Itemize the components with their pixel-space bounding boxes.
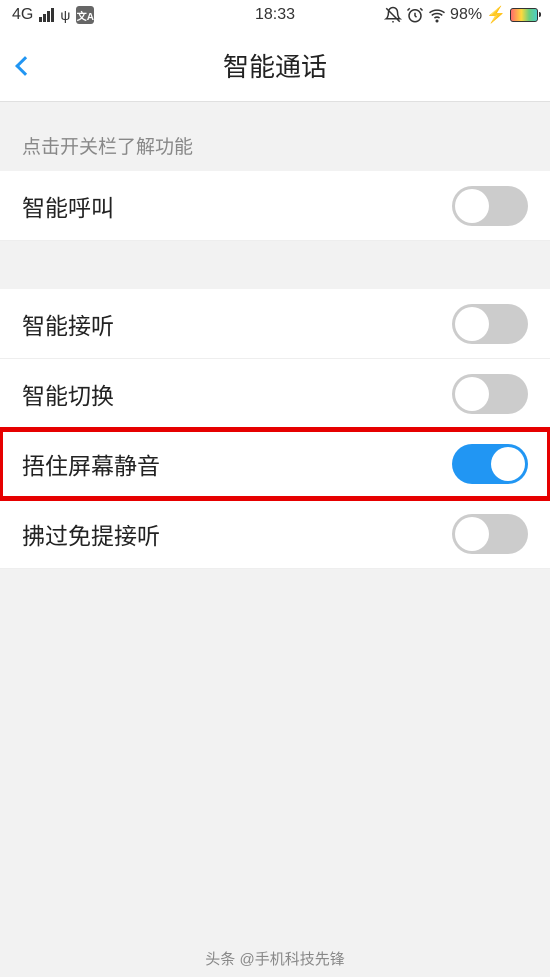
translate-icon: 文A (76, 6, 94, 24)
toggle-smart-switch[interactable] (452, 374, 528, 414)
toggle-wave-speaker[interactable] (452, 514, 528, 554)
chevron-left-icon (15, 56, 35, 76)
toggle-cover-mute[interactable] (452, 444, 528, 484)
row-label: 捂住屏幕静音 (22, 447, 160, 481)
status-bar: 4G ψ 文A 18:33 98% ⚡ (0, 0, 550, 30)
status-left: 4G ψ 文A (12, 6, 94, 24)
image-caption: 头条 @手机科技先锋 (0, 948, 550, 969)
charge-icon: ⚡ (486, 5, 506, 25)
row-smart-call[interactable]: 智能呼叫 (0, 171, 550, 241)
row-cover-mute[interactable]: 捂住屏幕静音 (0, 429, 550, 499)
row-smart-answer[interactable]: 智能接听 (0, 289, 550, 359)
page-title: 智能通话 (0, 47, 550, 84)
row-smart-switch[interactable]: 智能切换 (0, 359, 550, 429)
wifi-icon (428, 6, 446, 24)
toggle-smart-answer[interactable] (452, 304, 528, 344)
row-label: 智能呼叫 (22, 189, 114, 223)
row-label: 拂过免提接听 (22, 517, 160, 551)
network-label: 4G (12, 6, 33, 24)
mute-icon (384, 6, 402, 24)
toggle-smart-call[interactable] (452, 186, 528, 226)
header: 智能通话 (0, 30, 550, 102)
row-wave-speaker[interactable]: 拂过免提接听 (0, 499, 550, 569)
back-button[interactable] (18, 46, 58, 86)
status-right: 98% ⚡ (384, 5, 538, 25)
clock: 18:33 (255, 6, 295, 24)
battery-percent: 98% (450, 6, 482, 24)
usb-icon: ψ (60, 7, 70, 23)
row-label: 智能切换 (22, 377, 114, 411)
row-label: 智能接听 (22, 307, 114, 341)
signal-bars-icon (39, 8, 54, 22)
section-hint: 点击开关栏了解功能 (0, 102, 550, 171)
battery-icon (510, 8, 538, 22)
alarm-icon (406, 6, 424, 24)
